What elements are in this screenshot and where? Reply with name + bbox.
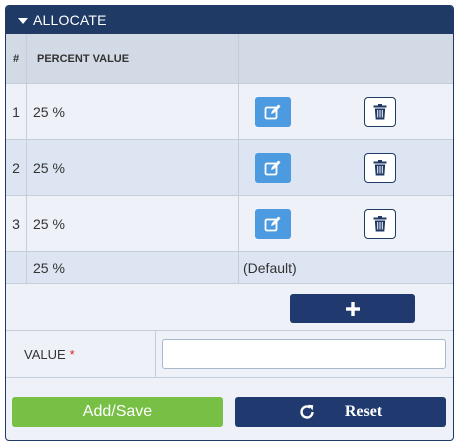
value-input-wrap bbox=[156, 331, 453, 377]
default-row: 25 % (Default) bbox=[6, 252, 453, 284]
edit-button[interactable] bbox=[255, 97, 291, 127]
default-row-number bbox=[6, 252, 27, 283]
allocation-table: # PERCENT VALUE 1 25 % 2 25 % 3 25 % 25 … bbox=[6, 34, 453, 284]
table-row: 2 25 % bbox=[6, 140, 453, 196]
edit-icon bbox=[264, 216, 281, 232]
row-number: 1 bbox=[6, 84, 27, 139]
row-percent-value: 25 % bbox=[27, 140, 239, 195]
default-label: (Default) bbox=[243, 259, 297, 276]
header-actions bbox=[239, 34, 453, 83]
table-row: 1 25 % bbox=[6, 84, 453, 140]
panel-title: ALLOCATE bbox=[33, 12, 107, 28]
refresh-icon bbox=[299, 404, 315, 420]
edit-icon bbox=[264, 160, 281, 176]
reset-label: Reset bbox=[344, 403, 383, 420]
value-label-text: VALUE bbox=[24, 346, 66, 362]
delete-button[interactable] bbox=[364, 153, 396, 183]
add-row-button[interactable] bbox=[290, 294, 415, 323]
value-label: VALUE * bbox=[6, 331, 156, 377]
delete-button[interactable] bbox=[364, 209, 396, 239]
add-row-area bbox=[6, 284, 453, 330]
required-marker: * bbox=[69, 346, 75, 362]
panel-header[interactable]: ALLOCATE bbox=[6, 6, 453, 34]
default-percent-value: 25 % bbox=[27, 252, 239, 283]
trash-icon bbox=[373, 160, 387, 176]
caret-down-icon[interactable] bbox=[18, 17, 28, 24]
header-num: # bbox=[6, 34, 27, 83]
row-actions bbox=[239, 140, 453, 195]
add-save-label: Add/Save bbox=[82, 403, 153, 420]
header-percent-value: PERCENT VALUE bbox=[27, 34, 239, 83]
plus-icon bbox=[345, 301, 360, 316]
row-number: 2 bbox=[6, 140, 27, 195]
edit-button[interactable] bbox=[255, 209, 291, 239]
row-percent-value: 25 % bbox=[27, 84, 239, 139]
row-percent-value: 25 % bbox=[27, 196, 239, 251]
reset-button[interactable]: Reset bbox=[235, 397, 446, 427]
table-header-row: # PERCENT VALUE bbox=[6, 34, 453, 84]
delete-button[interactable] bbox=[364, 97, 396, 127]
value-input[interactable] bbox=[162, 339, 446, 369]
row-number: 3 bbox=[6, 196, 27, 251]
edit-button[interactable] bbox=[255, 153, 291, 183]
edit-icon bbox=[264, 104, 281, 120]
trash-icon bbox=[373, 216, 387, 232]
add-save-button[interactable]: Add/Save bbox=[12, 397, 223, 427]
value-field-row: VALUE * bbox=[6, 330, 453, 378]
table-row: 3 25 % bbox=[6, 196, 453, 252]
action-buttons: Add/Save Reset bbox=[6, 397, 453, 427]
row-actions bbox=[239, 84, 453, 139]
trash-icon bbox=[373, 104, 387, 120]
allocate-panel: ALLOCATE # PERCENT VALUE 1 25 % 2 25 % 3… bbox=[5, 5, 454, 441]
row-actions bbox=[239, 196, 453, 251]
